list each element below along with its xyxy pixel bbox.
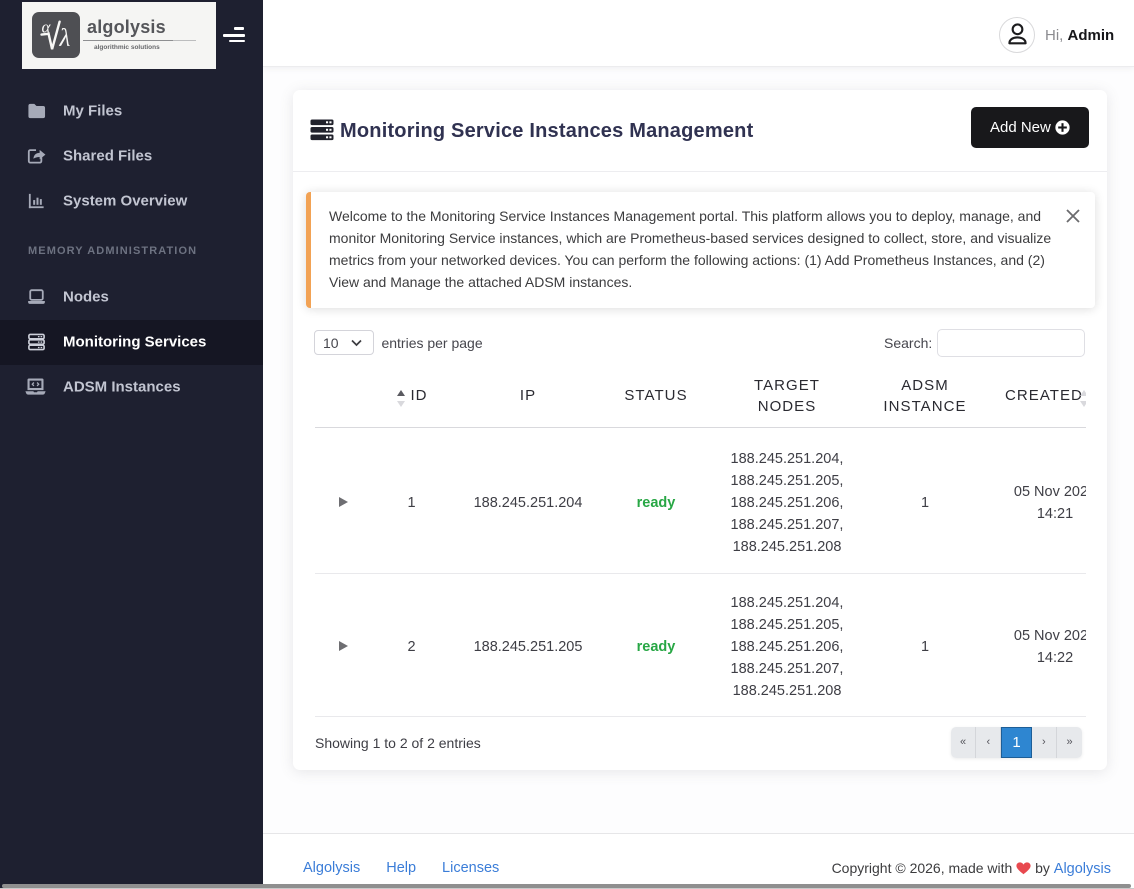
svg-text:λ: λ: [59, 25, 71, 52]
